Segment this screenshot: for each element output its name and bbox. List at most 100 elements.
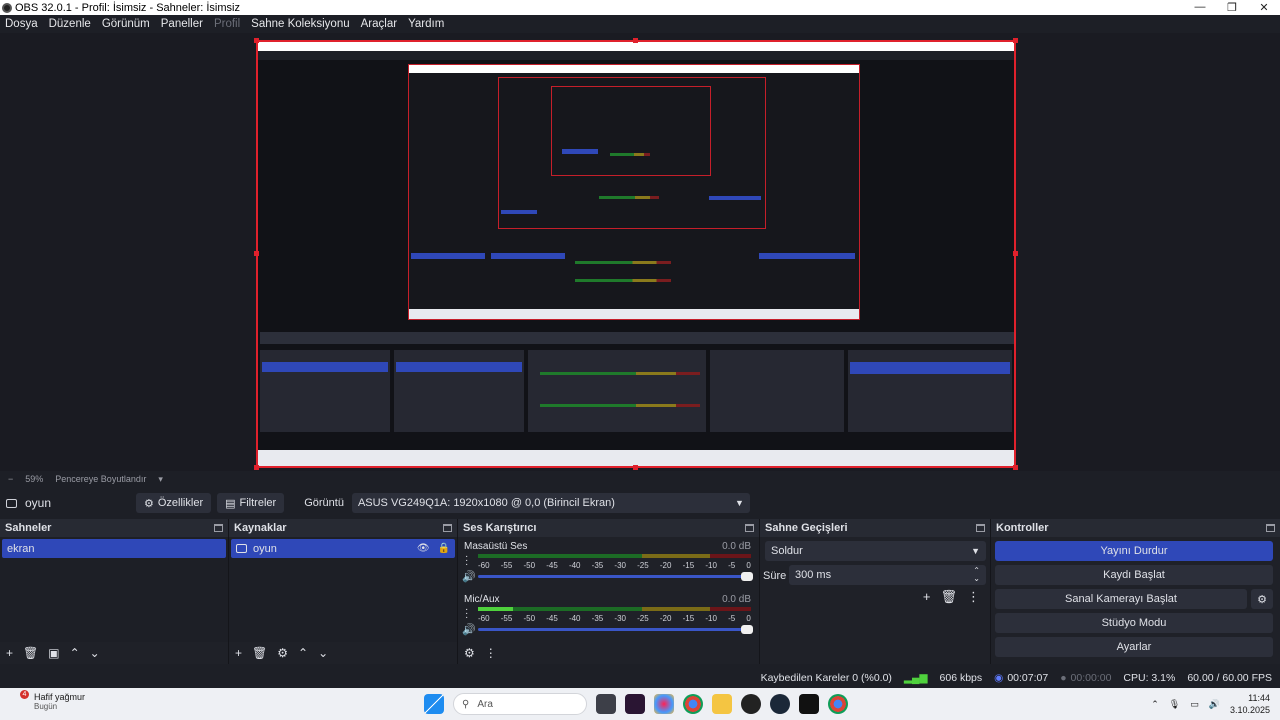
menu-scene-collection[interactable]: Sahne Koleksiyonu (251, 18, 349, 30)
advanced-audio-icon[interactable]: ⚙ (464, 646, 475, 660)
chevron-down-icon[interactable]: ▾ (158, 474, 163, 485)
chevron-up-icon[interactable]: ⌃ (1151, 699, 1159, 710)
scene-filter-icon[interactable]: ▣ (48, 646, 59, 660)
display-select[interactable]: ASUS VG249Q1A: 1920x1080 @ 0,0 (Birincil… (351, 493, 750, 513)
stop-stream-button[interactable]: Yayını Durdur (995, 541, 1273, 561)
spinner-icon[interactable]: ⌃ ⌄ (973, 567, 980, 583)
more-icon[interactable]: ⋮ (485, 646, 497, 660)
virtual-camera-settings-button[interactable]: ⚙ (1251, 589, 1273, 609)
copilot-icon[interactable] (654, 694, 674, 714)
menu-file[interactable]: Dosya (5, 18, 38, 30)
close-icon[interactable]: ✕ (1248, 1, 1280, 14)
clock[interactable]: 11:44 3.10.2025 (1230, 692, 1270, 716)
tick-label: -35 (591, 614, 604, 623)
move-down-icon[interactable]: ⌄ (318, 646, 328, 660)
record-time: 00:00:00 (1070, 671, 1112, 684)
tick-label: 0 (746, 614, 751, 623)
undock-icon[interactable] (745, 524, 754, 532)
tick-label: -60 (478, 561, 490, 570)
resize-handle[interactable] (254, 251, 259, 256)
menu-help[interactable]: Yardım (408, 18, 444, 30)
gear-icon: ⚙ (144, 497, 154, 510)
move-up-icon[interactable]: ⌃ (70, 646, 80, 660)
microphone-icon[interactable]: 🎙 (1169, 699, 1180, 710)
fit-to-window-button[interactable]: Pencereye Boyutlandır (55, 474, 146, 484)
resize-handle[interactable] (1013, 465, 1018, 470)
transition-select[interactable]: Soldur ▼ (765, 541, 986, 561)
volume-slider[interactable] (478, 625, 753, 634)
properties-button[interactable]: ⚙ Özellikler (136, 493, 212, 513)
duration-input[interactable]: 300 ms ⌃ ⌄ (789, 565, 986, 585)
add-icon[interactable]: + (6, 646, 13, 660)
minimize-icon[interactable]: — (1184, 1, 1216, 14)
steam-icon[interactable] (770, 694, 790, 714)
resize-handle[interactable] (254, 465, 259, 470)
tick-label: -25 (637, 614, 649, 623)
network-icon[interactable]: ▭ (1190, 699, 1199, 710)
undock-icon[interactable] (443, 524, 452, 532)
undock-icon[interactable] (976, 524, 985, 532)
tick-label: -15 (682, 561, 695, 570)
maximize-icon[interactable]: ❐ (1216, 1, 1248, 14)
chrome-icon[interactable] (828, 694, 848, 714)
stream-time: 00:07:07 (1007, 671, 1049, 684)
settings-button[interactable]: Ayarlar (995, 637, 1273, 657)
resize-handle[interactable] (1013, 251, 1018, 256)
zoom-out-button[interactable]: − (8, 474, 13, 484)
menu-docks[interactable]: Paneller (161, 18, 203, 30)
speaker-icon[interactable]: 🔊 (462, 623, 476, 636)
volume-icon[interactable]: 🔊 (1209, 699, 1220, 710)
start-recording-button[interactable]: Kaydı Başlat (995, 565, 1273, 585)
task-view-icon[interactable] (596, 694, 616, 714)
trash-icon[interactable]: 🗑 (252, 646, 267, 660)
studio-mode-button[interactable]: Stüdyo Modu (995, 613, 1273, 633)
weather-widget[interactable]: Hafif yağmur Bugün (14, 692, 85, 711)
taskbar-search[interactable]: ⚲ Ara (453, 693, 587, 715)
trash-icon[interactable]: 🗑 (940, 589, 957, 605)
menu-tools[interactable]: Araçlar (361, 18, 397, 30)
lock-icon[interactable]: 🔒 (438, 543, 450, 554)
preview-area[interactable] (0, 33, 1280, 471)
move-down-icon[interactable]: ⌄ (90, 646, 100, 660)
epic-games-icon[interactable] (799, 694, 819, 714)
menu-edit[interactable]: Düzenle (49, 18, 91, 30)
obs-icon[interactable] (741, 694, 761, 714)
filters-button[interactable]: ▤ Filtreler (217, 493, 285, 513)
clock-time: 11:44 (1248, 693, 1270, 703)
app-icon[interactable] (625, 694, 645, 714)
add-icon[interactable]: + (235, 646, 242, 660)
menu-profile[interactable]: Profil (214, 18, 240, 30)
more-icon[interactable]: ⋮ (967, 589, 980, 605)
volume-slider-knob[interactable] (741, 625, 753, 634)
undock-icon[interactable] (214, 524, 223, 532)
meter-ticks: -60 -55 -50 -45 -40 -35 -30 -25 -20 -15 -10 -5 0 (478, 561, 751, 570)
tick-label: -35 (591, 561, 604, 570)
file-explorer-icon[interactable] (712, 694, 732, 714)
scene-item[interactable]: ekran (2, 539, 226, 558)
windows-start-icon[interactable] (424, 694, 444, 714)
add-icon[interactable]: + (923, 589, 931, 605)
chrome-icon[interactable] (683, 694, 703, 714)
gear-icon[interactable]: ⚙ (277, 646, 288, 660)
volume-slider[interactable] (478, 572, 753, 581)
trash-icon[interactable]: 🗑 (23, 646, 38, 660)
volume-slider-knob[interactable] (741, 572, 753, 581)
signal-bars-icon: ▂▄▆ (903, 671, 928, 684)
source-item[interactable]: oyun 👁 🔒 (231, 539, 455, 558)
clock-date: 3.10.2025 (1229, 705, 1270, 715)
more-icon[interactable]: · · · (465, 605, 468, 623)
nested-obs-menubar (258, 51, 1014, 60)
more-icon[interactable]: · · · (465, 552, 468, 570)
move-up-icon[interactable]: ⌃ (298, 646, 308, 660)
resize-handle[interactable] (1013, 38, 1018, 43)
preview-canvas[interactable] (256, 40, 1016, 468)
start-virtual-camera-button[interactable]: Sanal Kamerayı Başlat (995, 589, 1247, 609)
resize-handle[interactable] (254, 38, 259, 43)
resize-handle[interactable] (633, 38, 638, 43)
speaker-icon[interactable]: 🔊 (462, 570, 476, 583)
undock-icon[interactable] (1266, 524, 1275, 532)
menu-view[interactable]: Görünüm (102, 18, 150, 30)
resize-handle[interactable] (633, 465, 638, 470)
eye-icon[interactable]: 👁 (417, 543, 430, 554)
tick-label: -45 (546, 614, 558, 623)
